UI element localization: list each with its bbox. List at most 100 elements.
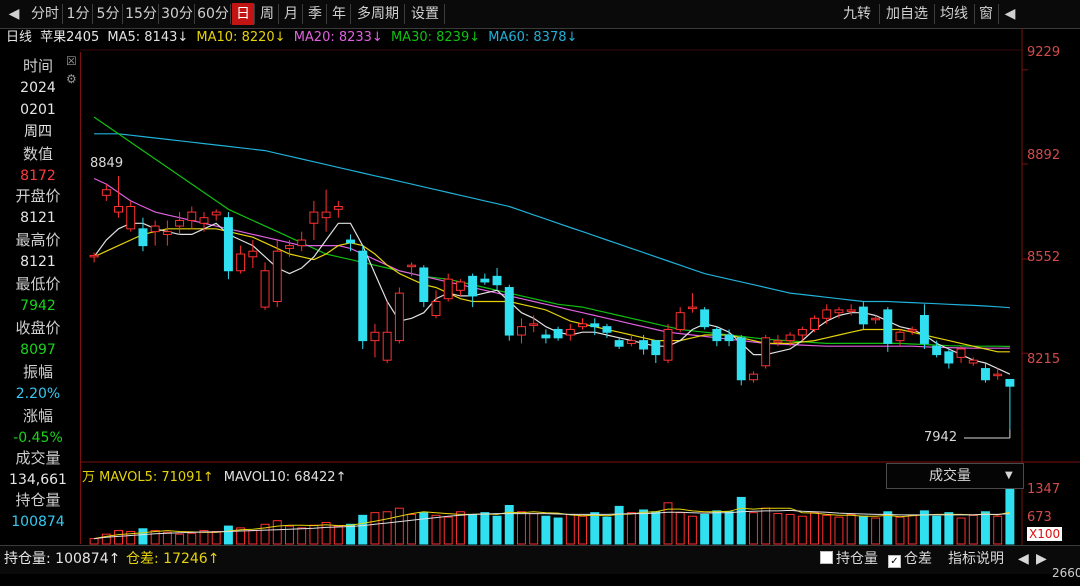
mavol10-value: MAVOL10: 68422↑ <box>223 470 347 485</box>
candle-body <box>199 217 209 224</box>
candle-body <box>138 228 148 247</box>
time-label: 时间 <box>22 57 53 75</box>
volume-tick: 1347 <box>1027 482 1061 497</box>
volume-bar <box>895 516 905 545</box>
volume-bar <box>724 511 734 545</box>
candle-body <box>871 317 881 321</box>
candle-body <box>431 301 441 316</box>
volume-bar <box>565 513 575 545</box>
candle-body <box>285 245 294 249</box>
bottom-oi-value: 持仓量: 100874↑ <box>4 551 121 567</box>
volume-bar <box>480 512 490 545</box>
volume-bar <box>822 514 832 545</box>
bottom-nav-left-button[interactable]: ◀ <box>1018 546 1029 572</box>
candle-body <box>455 281 465 291</box>
high-label: 最高价 <box>15 231 61 249</box>
volume-bar <box>529 513 539 545</box>
volume-bar <box>517 511 526 545</box>
volume-bar <box>468 513 478 545</box>
candle-body <box>370 331 380 342</box>
volume-bar <box>883 511 893 545</box>
bottom-nav-right-button[interactable]: ▶ <box>1036 546 1047 572</box>
spread-checkbox[interactable]: ✓ 仓差 <box>888 546 932 572</box>
volume-bar <box>932 515 942 545</box>
volume-bar <box>211 530 221 545</box>
candle-body <box>407 264 417 268</box>
candle-body <box>773 340 783 343</box>
volume-bar <box>346 523 355 545</box>
data-window: ☒ ⚙ 时间 2024 0201 周四 数值 8172 开盘价 8121 最高价… <box>0 52 81 544</box>
candle-body <box>724 334 734 342</box>
volume-bar <box>407 513 417 545</box>
candle-body <box>309 211 319 224</box>
volume-bar <box>736 496 746 545</box>
candle-body <box>394 292 404 342</box>
candle-body <box>797 328 807 336</box>
volume-bar <box>773 513 783 545</box>
volume-bar <box>590 512 600 545</box>
candle-body <box>346 239 355 244</box>
volume-bar <box>553 517 563 545</box>
candle-body <box>675 312 685 330</box>
candle-body <box>919 314 929 344</box>
candle-body <box>822 309 832 319</box>
indicator-help-button[interactable]: 指标说明 <box>948 546 1004 572</box>
bottom-spread-value: 仓差: 17246↑ <box>126 551 220 567</box>
volume-bar <box>272 520 282 545</box>
candle-body <box>700 309 710 328</box>
volume-bar <box>810 512 819 545</box>
oi-checkbox-label: 持仓量 <box>836 551 878 567</box>
volume-bar <box>394 507 404 545</box>
chevron-down-icon: ▼ <box>1005 470 1013 481</box>
candle-body <box>553 328 563 339</box>
candle-body <box>736 337 746 381</box>
volume-scale-tick: X100 <box>1027 527 1063 541</box>
candle-body <box>846 309 856 312</box>
volume-bar <box>578 515 587 545</box>
volume-bar <box>492 515 502 545</box>
volume-bar <box>114 530 123 545</box>
low-label: 最低价 <box>15 275 61 293</box>
candle-body <box>468 275 478 297</box>
volume-bar <box>919 510 929 545</box>
price-tick: 9229 <box>1027 45 1061 60</box>
volume-bar <box>907 514 917 545</box>
candle-body <box>981 368 990 381</box>
volume-bar <box>687 515 697 545</box>
oi-checkbox[interactable]: 持仓量 <box>820 546 878 572</box>
volume-bar <box>993 515 1003 545</box>
volume-unit: 万 <box>82 470 96 485</box>
candle-body <box>785 334 795 342</box>
close-label: 收盘价 <box>15 319 61 337</box>
candle-body <box>272 250 282 303</box>
open-interest-value: 100874 <box>11 514 65 530</box>
indicator-dropdown-label: 成交量 <box>929 468 971 484</box>
candle-body <box>907 328 917 332</box>
volume-bar <box>370 512 380 545</box>
candle-body <box>492 275 502 286</box>
year-value: 2024 <box>20 80 56 96</box>
candle-body <box>89 254 99 258</box>
volume-bar <box>138 528 148 545</box>
candle-body <box>895 331 905 342</box>
volume-bar <box>968 514 978 545</box>
volume-bar <box>333 525 343 545</box>
candle-body <box>614 340 624 347</box>
candle-body <box>480 278 490 283</box>
volume-bar <box>797 515 807 545</box>
candle-body <box>626 340 636 344</box>
candle-body <box>663 328 673 361</box>
spread-checkbox-label: 仓差 <box>904 551 932 567</box>
volume-bar <box>639 509 649 545</box>
volume-bar <box>504 504 514 545</box>
volume-bar <box>443 516 453 545</box>
volume-bar <box>602 516 612 545</box>
volume-bar <box>956 517 966 545</box>
candle-body <box>150 225 160 233</box>
candle-body <box>517 326 526 336</box>
volume-bar <box>321 522 331 545</box>
indicator-dropdown[interactable]: 成交量 ▼ <box>886 463 1024 489</box>
candle-body <box>248 250 258 258</box>
candle-body <box>944 351 954 364</box>
open-value: 8121 <box>20 210 56 226</box>
